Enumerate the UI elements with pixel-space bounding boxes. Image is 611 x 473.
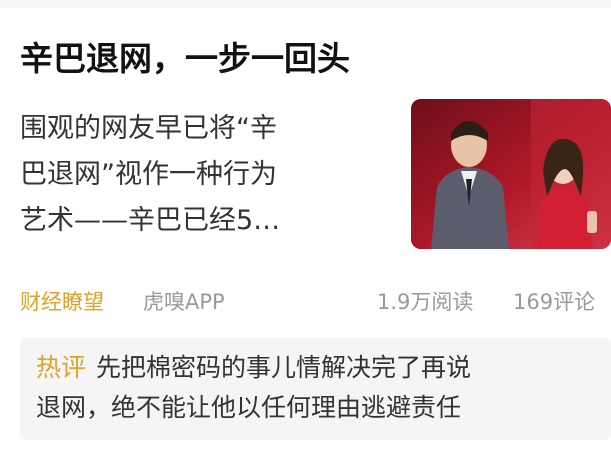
bottom-spacer: [0, 452, 611, 473]
read-count: 1.9万阅读: [377, 290, 474, 314]
snippet-line: 巴退网”视作一种行为: [20, 159, 277, 190]
channel-label[interactable]: 财经瞭望: [20, 282, 104, 322]
hot-comment-line: 热评 先把棉密码的事儿情解决完了再说: [36, 348, 606, 388]
article-title[interactable]: 辛巴退网，一步一回头: [20, 36, 350, 82]
hot-comment-content: 先把棉密码的事儿情解决完了再说: [96, 353, 472, 382]
hot-comment-text: 热评 先把棉密码的事儿情解决完了再说 退网，绝不能让他以任何理由逃避责任: [36, 348, 606, 428]
top-divider: [0, 0, 611, 8]
source-label[interactable]: 虎嗅APP: [143, 282, 225, 322]
article-thumbnail[interactable]: [411, 99, 611, 249]
snippet-line: 围观的网友早已将“辛: [20, 113, 277, 144]
news-card[interactable]: 辛巴退网，一步一回头 围观的网友早已将“辛 巴退网”视作一种行为 艺术——辛巴已…: [0, 0, 611, 473]
hot-comment-line: 退网，绝不能让他以任何理由逃避责任: [36, 393, 462, 422]
hot-comment-label: 热评: [36, 353, 87, 382]
snippet-line: 艺术——辛巴已经5…: [20, 205, 281, 236]
photo-icon: [411, 99, 611, 249]
article-snippet[interactable]: 围观的网友早已将“辛 巴退网”视作一种行为 艺术——辛巴已经5…: [20, 108, 360, 246]
article-meta: 财经瞭望 虎嗅APP 1.9万阅读 169评论: [20, 282, 611, 322]
hot-comment-panel[interactable]: 热评 先把棉密码的事儿情解决完了再说 退网，绝不能让他以任何理由逃避责任: [20, 338, 611, 440]
comment-count[interactable]: 169评论: [513, 282, 595, 322]
